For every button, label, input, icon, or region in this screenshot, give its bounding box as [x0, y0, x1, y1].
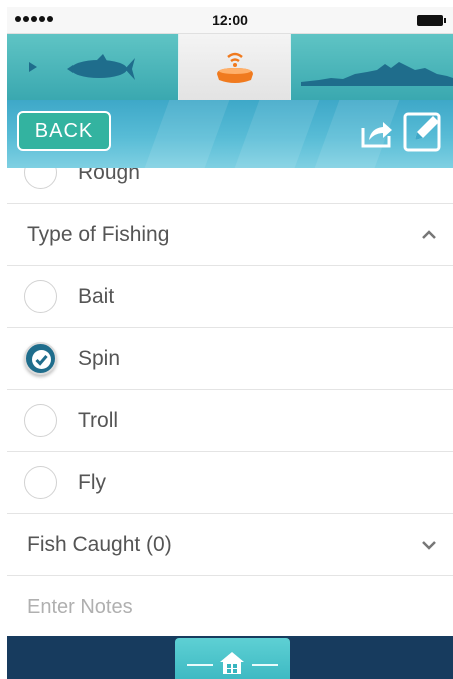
list-item[interactable]: Bait [7, 266, 453, 328]
radio-button[interactable] [24, 280, 57, 313]
option-label: Troll [78, 408, 119, 432]
list-item[interactable]: Fly [7, 452, 453, 514]
app-screen: 12:00 BACK Rough Type of Fishing Bait Sp… [7, 7, 453, 679]
mode-tabs [7, 34, 453, 100]
list-item[interactable]: Troll [7, 390, 453, 452]
notes-placeholder: Enter Notes [27, 595, 133, 618]
chevron-down-icon [422, 540, 436, 550]
fish-icon [29, 54, 135, 80]
type-of-fishing-header[interactable]: Type of Fishing [7, 204, 453, 266]
signal-strength-icon [15, 16, 53, 22]
option-label: Fly [78, 470, 106, 494]
header-bar: BACK [7, 100, 453, 168]
status-time: 12:00 [212, 12, 248, 28]
sonar-icon [217, 52, 253, 83]
radio-button[interactable] [24, 168, 57, 189]
tab-fish[interactable] [7, 34, 179, 100]
list-item[interactable]: Rough [7, 168, 453, 204]
radio-button[interactable] [24, 466, 57, 499]
section-title: Type of Fishing [27, 222, 170, 246]
checkmark-icon [32, 350, 51, 369]
option-label: Bait [78, 284, 115, 308]
terrain-icon [301, 62, 453, 86]
tab-terrain[interactable] [291, 34, 453, 100]
edit-icon[interactable] [403, 110, 443, 152]
notes-input[interactable]: Enter Notes [7, 576, 453, 636]
radio-button[interactable] [24, 404, 57, 437]
radio-button-checked[interactable] [24, 342, 57, 375]
home-button[interactable] [175, 638, 290, 679]
list-item[interactable]: Spin [7, 328, 453, 390]
home-icon [220, 652, 244, 674]
trip-detail-list: Rough Type of Fishing Bait Spin Troll Fl… [7, 168, 453, 636]
bottom-bar [7, 636, 453, 679]
status-bar: 12:00 [7, 7, 453, 34]
back-button[interactable]: BACK [17, 111, 111, 151]
fish-caught-header[interactable]: Fish Caught (0) [7, 514, 453, 576]
share-icon[interactable] [359, 114, 395, 150]
option-label: Rough [78, 168, 140, 184]
chevron-up-icon [422, 229, 436, 239]
option-label: Spin [78, 346, 121, 370]
section-title: Fish Caught (0) [27, 532, 172, 556]
tab-sonar[interactable] [179, 34, 291, 100]
battery-icon [417, 15, 446, 26]
